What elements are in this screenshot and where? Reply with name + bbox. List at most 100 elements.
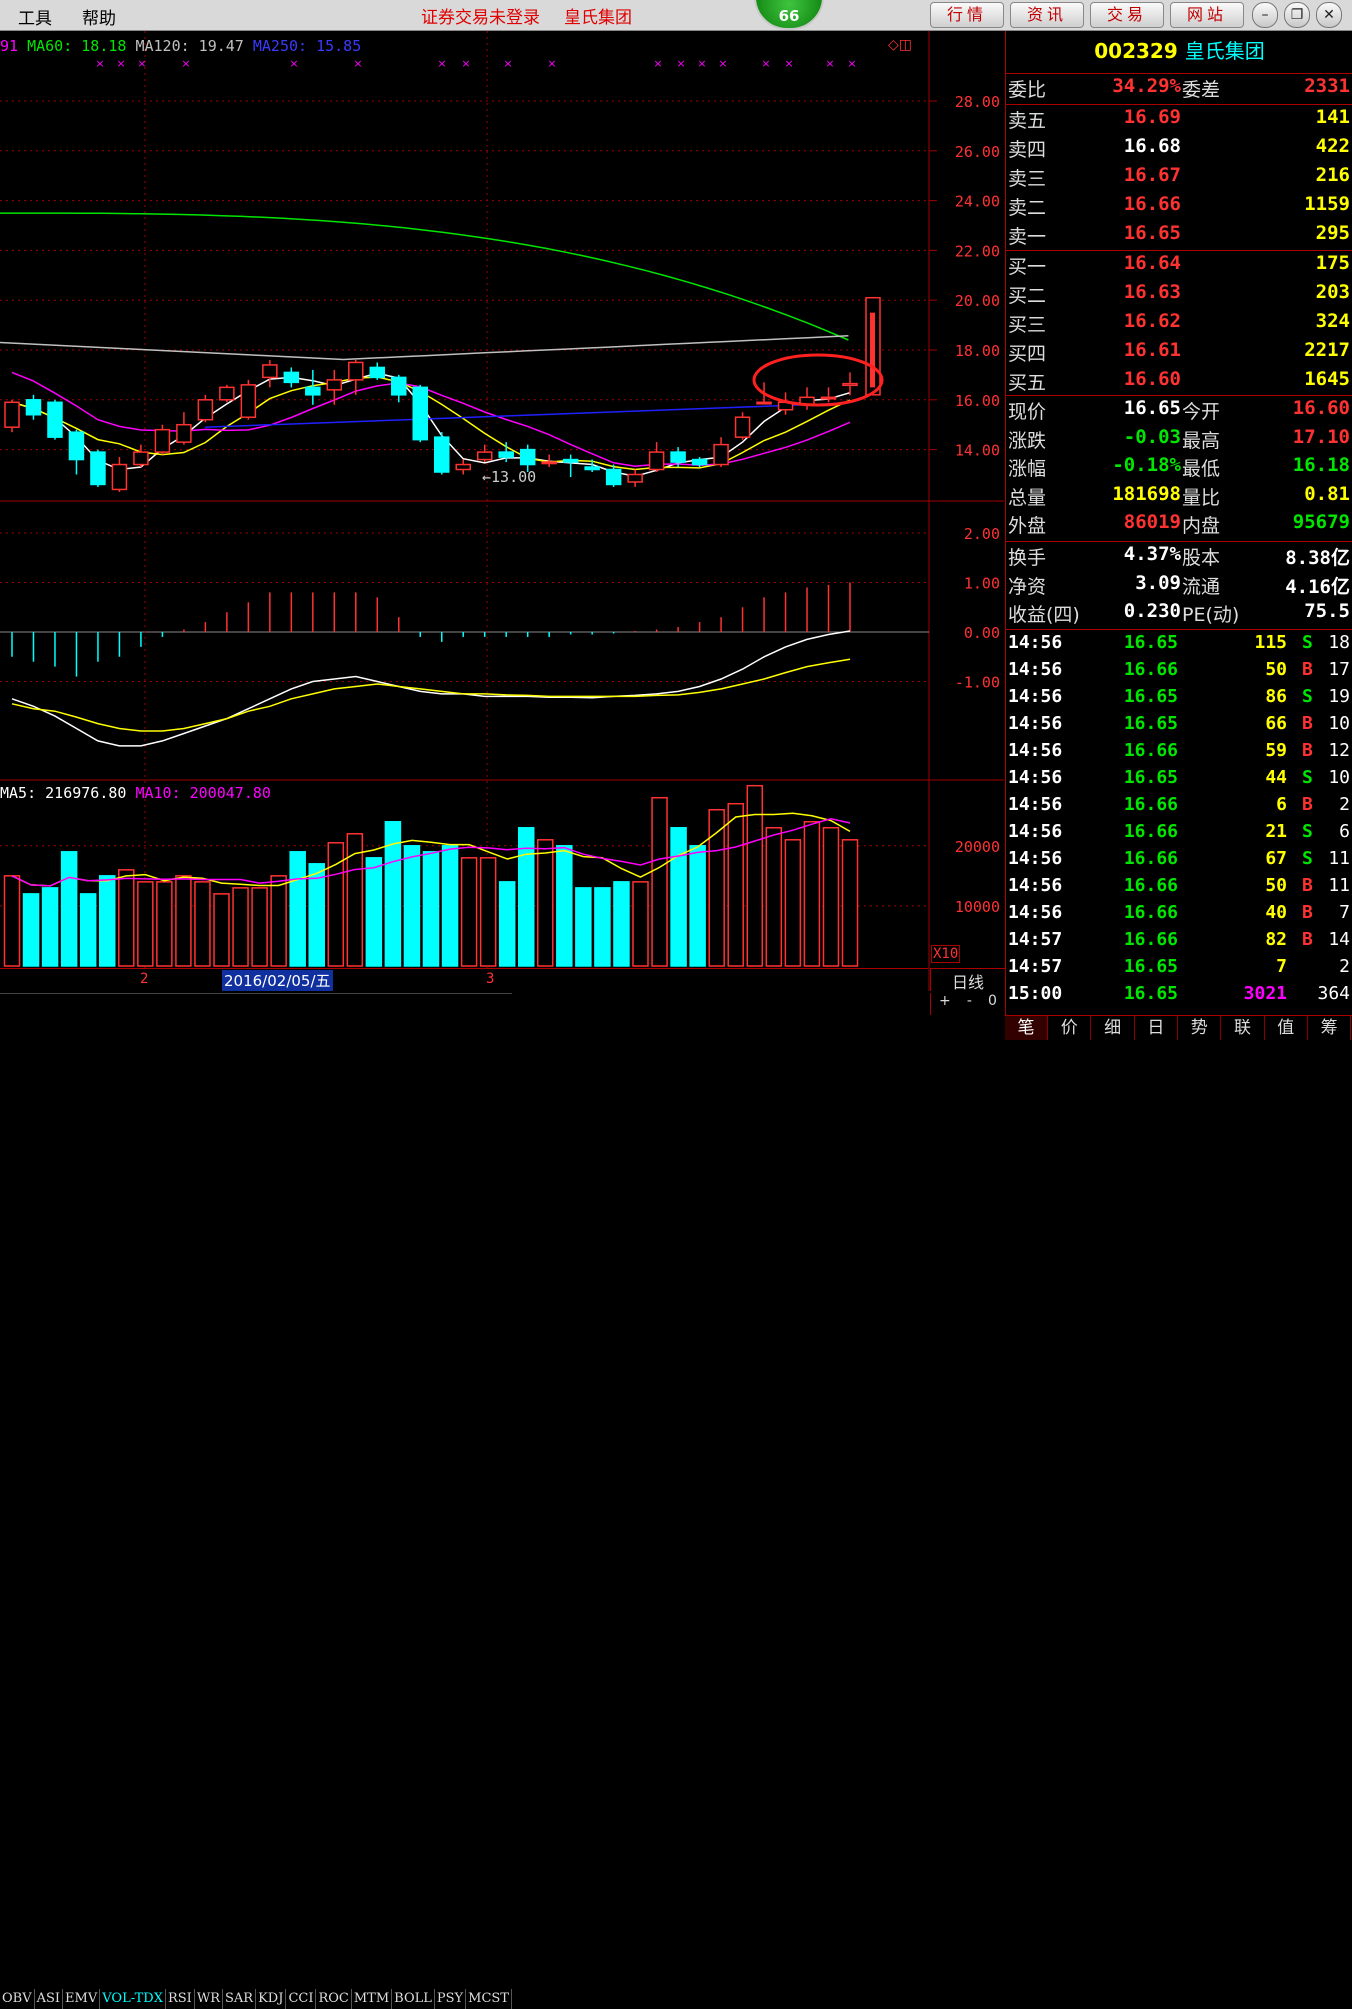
tick-side: S — [1302, 686, 1313, 707]
finance-row: 净资 3.09 流通 4.16亿 — [1006, 572, 1352, 600]
finance-label: 收益(四) — [1008, 604, 1080, 626]
tick-side: S — [1302, 632, 1313, 653]
candle-body — [498, 451, 514, 458]
indicator-tab[interactable]: MCST — [466, 1989, 512, 2009]
bid-price[interactable]: 16.64 — [1124, 252, 1181, 274]
panel-tab[interactable]: 细 — [1092, 1016, 1135, 1040]
ask-row: 卖二 16.66 1159 — [1006, 193, 1352, 221]
indicator-tab[interactable]: RSI — [166, 1989, 195, 2009]
tick-time: 14:57 — [1008, 929, 1063, 950]
tick-time: 14:56 — [1008, 659, 1063, 680]
indicator-tab[interactable]: EMV — [63, 1989, 101, 2009]
chart-area[interactable]: × × × × × × × × × × × × × × × × × × 28.0026.0024.0022.002… — [0, 31, 1004, 1018]
quote-button[interactable]: 行情 — [930, 2, 1004, 28]
volume-bar — [746, 784, 764, 967]
indicator-tab[interactable]: KDJ — [256, 1989, 287, 2009]
close-icon[interactable]: ✕ — [1316, 2, 1342, 28]
tick-row: 14:56 16.65 44 S 10 — [1006, 767, 1352, 794]
indicator-tab[interactable]: BOLL — [392, 1989, 435, 2009]
volume-bar — [556, 845, 573, 967]
indicator-tab[interactable]: VOL-TDX — [100, 1989, 166, 2009]
ask-price[interactable]: 16.66 — [1124, 193, 1181, 215]
bid-price[interactable]: 16.61 — [1124, 339, 1181, 361]
tick-volume: 82 — [1265, 929, 1287, 950]
period-label[interactable]: 日线 — [930, 968, 1005, 992]
price-axis-label: 18.00 — [955, 342, 1000, 360]
tick-count: 364 — [1317, 983, 1350, 1004]
ask-row: 卖一 16.65 295 — [1006, 222, 1352, 250]
indicator-tab[interactable]: ROC — [316, 1989, 352, 2009]
quote-value: -0.18% — [1112, 454, 1181, 476]
price-axis-label: 14.00 — [955, 442, 1000, 460]
tick-price: 16.65 — [1123, 956, 1178, 977]
macd-axis-label: 2.00 — [964, 525, 1000, 543]
trade-button[interactable]: 交易 — [1090, 2, 1164, 28]
tick-time: 14:56 — [1008, 821, 1063, 842]
tick-volume: 67 — [1265, 848, 1287, 869]
panel-tab[interactable]: 势 — [1178, 1016, 1222, 1040]
panel-tab[interactable]: 笔 — [1005, 1016, 1048, 1040]
candle-body — [25, 399, 42, 416]
tick-count: 11 — [1328, 875, 1350, 896]
stock-header: 002329 皇氏集团 — [1006, 35, 1352, 64]
bid-price[interactable]: 16.63 — [1124, 281, 1181, 303]
bid-price[interactable]: 16.60 — [1124, 368, 1181, 390]
volume-bar — [156, 881, 173, 967]
restore-icon[interactable]: ❐ — [1284, 2, 1310, 28]
tick-price: 16.65 — [1123, 767, 1178, 788]
ask-price[interactable]: 16.69 — [1124, 106, 1181, 128]
ma60-line — [0, 212, 849, 341]
tick-row: 14:57 16.65 7 2 — [1006, 956, 1352, 983]
ma60-label: MA60: 18.18 — [27, 37, 127, 55]
ask-price[interactable]: 16.65 — [1124, 222, 1181, 244]
zoom-reset-button[interactable]: 0 — [988, 993, 997, 1015]
ask-volume: 141 — [1315, 106, 1350, 128]
website-button[interactable]: 网站 — [1170, 2, 1244, 28]
indicator-tab[interactable]: SAR — [223, 1989, 257, 2009]
panel-tab[interactable]: 值 — [1265, 1016, 1308, 1040]
minimize-icon[interactable]: – — [1252, 2, 1278, 28]
tick-count: 7 — [1339, 902, 1350, 923]
panel-tab[interactable]: 联 — [1222, 1016, 1265, 1040]
tick-volume: 115 — [1254, 632, 1287, 653]
menu-tools[interactable]: 工具 — [18, 4, 52, 29]
ask-row: 卖五 16.69 141 — [1006, 106, 1352, 134]
menu-help[interactable]: 帮助 — [82, 4, 116, 29]
vol-axis-label: 10000 — [955, 898, 1000, 916]
tick-time: 14:56 — [1008, 713, 1063, 734]
zoom-in-button[interactable]: + — [939, 993, 951, 1015]
tick-price: 16.66 — [1123, 794, 1178, 815]
volume-bar — [460, 857, 478, 967]
volume-bar — [651, 796, 668, 967]
volume-bar — [403, 845, 421, 967]
panel-tab[interactable]: 日 — [1135, 1016, 1178, 1040]
volume-bar — [479, 857, 497, 967]
bid-price[interactable]: 16.62 — [1124, 310, 1181, 332]
indicator-tab[interactable]: WR — [195, 1989, 223, 2009]
ask-volume: 422 — [1315, 135, 1350, 157]
indicator-tab[interactable]: CCI — [286, 1989, 317, 2009]
ask-label: 卖三 — [1008, 168, 1047, 190]
panel-toggle-icon[interactable]: ◇◫ — [888, 37, 912, 53]
tick-volume: 21 — [1265, 821, 1287, 842]
ask-price[interactable]: 16.67 — [1124, 164, 1181, 186]
tick-volume: 50 — [1265, 875, 1287, 896]
ma-prefix: 91 — [0, 37, 19, 55]
quote-label-2: 今开 — [1182, 401, 1221, 423]
panel-tab[interactable]: 价 — [1048, 1016, 1092, 1040]
vol-legend: MA5: 216976.80 MA10: 200047.80 — [0, 784, 271, 802]
indicator-tab[interactable]: OBV — [0, 1989, 35, 2009]
indicator-tab[interactable]: MTM — [352, 1989, 393, 2009]
score-badge[interactable]: 66 — [754, 0, 824, 30]
panel-tab[interactable]: 筹 — [1308, 1016, 1352, 1040]
news-button[interactable]: 资讯 — [1010, 2, 1084, 28]
volume-bar — [498, 881, 516, 967]
volume-bar — [594, 887, 611, 967]
tick-volume: 86 — [1265, 686, 1287, 707]
zoom-out-button[interactable]: - — [967, 993, 972, 1015]
indicator-tab[interactable]: PSY — [435, 1989, 467, 2009]
tick-time: 14:56 — [1008, 767, 1063, 788]
window-stock-title: 皇氏集团 — [564, 8, 632, 28]
indicator-tab[interactable]: ASI — [35, 1989, 64, 2009]
ask-price[interactable]: 16.68 — [1124, 135, 1181, 157]
